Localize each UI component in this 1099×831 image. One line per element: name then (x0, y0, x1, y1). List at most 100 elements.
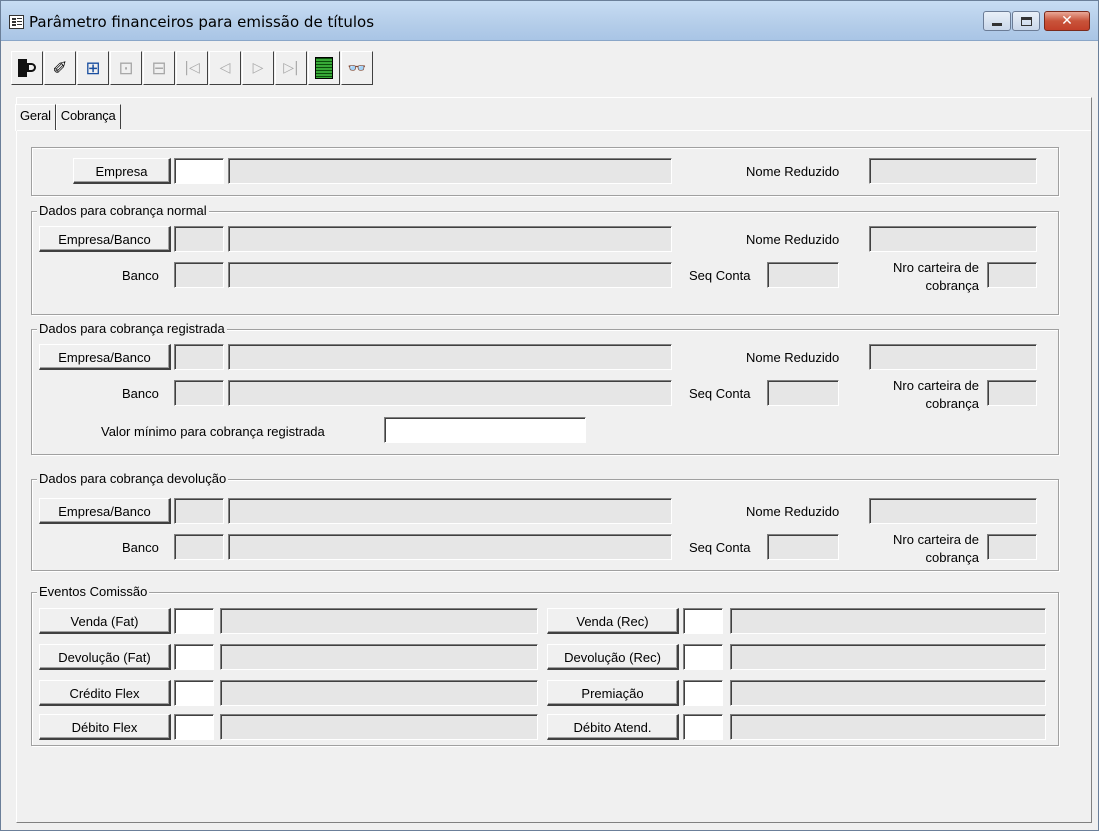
registrada-empresa-code-field (174, 344, 224, 370)
devolucao-carteira-label-2: cobrança (925, 550, 979, 565)
premiacao-button[interactable]: Premiação (547, 680, 679, 706)
minimize-icon (992, 22, 1002, 26)
venda-rec-code-field[interactable] (683, 608, 723, 634)
add-record-button[interactable]: ⊞ (77, 51, 109, 85)
registrada-banco-code-field (174, 380, 224, 406)
nome-reduzido-label: Nome Reduzido (746, 164, 840, 179)
debito-atend-code-field[interactable] (683, 714, 723, 740)
app-icon (9, 15, 24, 29)
devolucao-rec-code-field[interactable] (683, 644, 723, 670)
exit-icon (18, 59, 36, 77)
valor-minimo-field[interactable] (384, 417, 586, 443)
eraser-button[interactable]: ✐ (44, 51, 76, 85)
title-bar: Parâmetro financeiros para emissão de tí… (1, 1, 1098, 41)
registrada-banco-label: Banco (122, 386, 159, 401)
normal-nome-reduzido-label: Nome Reduzido (746, 232, 840, 247)
venda-fat-code-field[interactable] (174, 608, 214, 634)
previous-record-button[interactable]: ◁ (209, 51, 241, 85)
eraser-icon: ✐ (52, 57, 68, 79)
normal-empresa-code-field (174, 226, 224, 252)
devolucao-short-name-field (869, 498, 1037, 524)
devolucao-fat-button[interactable]: Devolução (Fat) (39, 644, 171, 670)
premiacao-name-field (730, 680, 1046, 706)
normal-carteira-field (987, 262, 1037, 288)
minimize-button[interactable] (983, 11, 1011, 31)
add-record-icon: ⊞ (85, 57, 101, 79)
registrada-seq-conta-label: Seq Conta (689, 386, 751, 401)
empresa-code-field[interactable] (174, 158, 224, 184)
devolucao-rec-name-field (730, 644, 1046, 670)
debito-flex-name-field (220, 714, 538, 740)
last-record-icon: ▷| (283, 60, 299, 76)
main-window: Parâmetro financeiros para emissão de tí… (0, 0, 1099, 831)
registrada-carteira-field (987, 380, 1037, 406)
normal-short-name-field (869, 226, 1037, 252)
cobranca-registrada-title: Dados para cobrança registrada (37, 321, 227, 336)
list-button[interactable] (308, 51, 340, 85)
edit-record-icon: ⊡ (118, 57, 134, 79)
credito-flex-code-field[interactable] (174, 680, 214, 706)
tab-cobranca[interactable]: Cobrança (55, 104, 121, 129)
close-button[interactable]: ✕ (1044, 11, 1090, 31)
devolucao-empresa-name-field (228, 498, 672, 524)
valor-minimo-label: Valor mínimo para cobrança registrada (101, 424, 325, 439)
empresa-button[interactable]: Empresa (73, 158, 171, 184)
debito-atend-name-field (730, 714, 1046, 740)
normal-carteira-label-1: Nro carteira de (893, 260, 979, 275)
cobranca-normal-title: Dados para cobrança normal (37, 203, 209, 218)
delete-record-button[interactable]: ⊟ (143, 51, 175, 85)
debito-flex-code-field[interactable] (174, 714, 214, 740)
maximize-icon (1020, 16, 1032, 26)
credito-flex-button[interactable]: Crédito Flex (39, 680, 171, 706)
edit-record-button[interactable]: ⊡ (110, 51, 142, 85)
delete-record-icon: ⊟ (151, 57, 167, 79)
normal-carteira-label-2: cobrança (925, 278, 979, 293)
devolucao-empresa-code-field (174, 498, 224, 524)
exit-button[interactable] (11, 51, 43, 85)
devolucao-banco-name-field (228, 534, 672, 560)
normal-banco-name-field (228, 262, 672, 288)
search-button[interactable]: 👓 (341, 51, 373, 85)
venda-fat-name-field (220, 608, 538, 634)
last-record-button[interactable]: ▷| (275, 51, 307, 85)
devolucao-nome-reduzido-label: Nome Reduzido (746, 504, 840, 519)
next-record-icon: ▷ (252, 60, 264, 76)
venda-fat-button[interactable]: Venda (Fat) (39, 608, 171, 634)
toolbar: ✐ ⊞ ⊡ ⊟ |◁ ◁ ▷ ▷| 👓 (11, 51, 374, 87)
debito-atend-button[interactable]: Débito Atend. (547, 714, 679, 740)
devolucao-fat-code-field[interactable] (174, 644, 214, 670)
registrada-seq-conta-field (767, 380, 839, 406)
registrada-nome-reduzido-label: Nome Reduzido (746, 350, 840, 365)
list-icon (315, 57, 333, 79)
devolucao-seq-conta-label: Seq Conta (689, 540, 751, 555)
premiacao-code-field[interactable] (683, 680, 723, 706)
devolucao-banco-label: Banco (122, 540, 159, 555)
registrada-empresa-name-field (228, 344, 672, 370)
venda-rec-name-field (730, 608, 1046, 634)
binoculars-icon: 👓 (347, 59, 367, 77)
venda-rec-button[interactable]: Venda (Rec) (547, 608, 679, 634)
debito-flex-button[interactable]: Débito Flex (39, 714, 171, 740)
devolucao-rec-button[interactable]: Devolução (Rec) (547, 644, 679, 670)
devolucao-empresa-banco-button[interactable]: Empresa/Banco (39, 498, 171, 524)
tab-geral[interactable]: Geral (15, 104, 56, 131)
devolucao-carteira-field (987, 534, 1037, 560)
eventos-comissao-title: Eventos Comissão (37, 584, 150, 599)
tab-strip: Geral Cobrança (15, 104, 121, 131)
normal-empresa-name-field (228, 226, 672, 252)
normal-banco-code-field (174, 262, 224, 288)
first-record-icon: |◁ (184, 60, 200, 76)
registrada-carteira-label-2: cobrança (925, 396, 979, 411)
normal-empresa-banco-button[interactable]: Empresa/Banco (39, 226, 171, 252)
close-icon: ✕ (1061, 13, 1073, 29)
normal-seq-conta-label: Seq Conta (689, 268, 751, 283)
maximize-button[interactable] (1012, 11, 1040, 31)
normal-banco-label: Banco (122, 268, 159, 283)
credito-flex-name-field (220, 680, 538, 706)
previous-record-icon: ◁ (219, 60, 231, 76)
first-record-button[interactable]: |◁ (176, 51, 208, 85)
next-record-button[interactable]: ▷ (242, 51, 274, 85)
registrada-empresa-banco-button[interactable]: Empresa/Banco (39, 344, 171, 370)
devolucao-seq-conta-field (767, 534, 839, 560)
registrada-carteira-label-1: Nro carteira de (893, 378, 979, 393)
